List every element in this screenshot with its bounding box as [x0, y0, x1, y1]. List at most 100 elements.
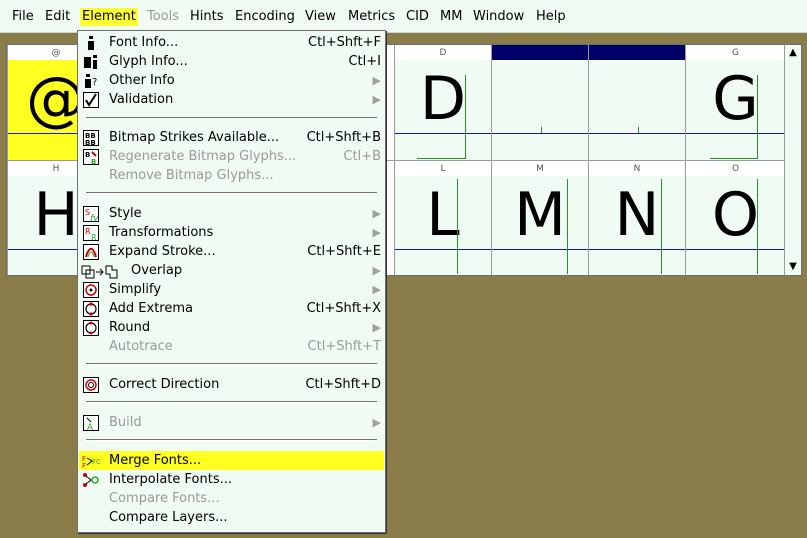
menu-element[interactable]: Element: [80, 8, 138, 26]
submenu-arrow-icon: ▶: [372, 226, 381, 239]
menu-metrics[interactable]: Metrics: [346, 8, 397, 26]
menu-item-style[interactable]: Sfy Style ▶: [79, 204, 384, 223]
add-extrema-icon: [82, 300, 100, 317]
glyph-info-icon: [82, 53, 100, 70]
glyph-cell-n[interactable]: N N: [588, 161, 685, 275]
interpolate-fonts-icon: [82, 471, 100, 488]
menu-view[interactable]: View: [303, 8, 338, 26]
menu-separator: [86, 192, 377, 194]
element-menu: Font Info... Ctl+Shft+F Glyph Info... Ct…: [77, 30, 386, 533]
menu-item-label: Compare Layers...: [109, 510, 228, 525]
svg-text:B: B: [85, 151, 90, 159]
menu-item-label: Expand Stroke...: [109, 244, 216, 259]
menu-mm[interactable]: MM: [438, 8, 464, 26]
svg-text:B: B: [91, 158, 96, 165]
menu-item-bitmap-strikes[interactable]: BB BB Bitmap Strikes Available... Ctl+Shf…: [79, 128, 384, 147]
menu-item-other-info[interactable]: ? Other Info ▶: [79, 71, 384, 90]
round-icon: [82, 319, 100, 336]
glyph-cell-l[interactable]: L L: [394, 161, 491, 275]
glyph-preview: D: [419, 64, 467, 134]
menu-edit[interactable]: Edit: [43, 8, 72, 26]
menu-item-autotrace[interactable]: Autotrace Ctl+Shft+T: [79, 337, 384, 356]
menu-item-label: Bitmap Strikes Available...: [109, 130, 280, 145]
menu-separator: [86, 363, 377, 365]
glyph-cell-body: [589, 60, 685, 160]
svg-text:F: F: [82, 462, 86, 469]
menu-help[interactable]: Help: [534, 8, 568, 26]
glyph-cell-f[interactable]: F: [588, 45, 685, 160]
vertical-scrollbar[interactable]: ▲ ▼: [784, 45, 801, 275]
baseline-line: [589, 133, 685, 134]
menu-item-simplify[interactable]: Simplify ▶: [79, 280, 384, 299]
glyph-cell-e[interactable]: E: [491, 45, 588, 160]
menu-item-compare-layers[interactable]: Compare Layers...: [79, 508, 384, 527]
menu-item-transformations[interactable]: RR Transformations ▶: [79, 223, 384, 242]
menu-item-glyph-info[interactable]: Glyph Info... Ctl+I: [79, 52, 384, 71]
menu-item-label: Interpolate Fonts...: [109, 472, 232, 487]
menu-item-label: Remove Bitmap Glyphs...: [109, 168, 274, 183]
menu-item-regenerate-bitmap[interactable]: BB Regenerate Bitmap Glyphs... Ctl+B: [79, 147, 384, 166]
baseline-line: [686, 249, 785, 250]
glyph-preview: O: [711, 180, 760, 250]
advance-width-line: [757, 75, 758, 158]
baseline-line: [686, 133, 785, 134]
menu-item-add-extrema[interactable]: Add Extrema Ctl+Shft+X: [79, 299, 384, 318]
menu-item-label: Other Info: [109, 73, 175, 88]
menu-item-round[interactable]: Round ▶: [79, 318, 384, 337]
menu-item-merge-fonts[interactable]: F F FG Merge Fonts...: [79, 451, 384, 470]
menu-item-validation[interactable]: Validation ▶: [79, 90, 384, 109]
style-icon: Sfy: [82, 205, 100, 222]
menu-item-interpolate-fonts[interactable]: Interpolate Fonts...: [79, 470, 384, 489]
menu-item-font-info[interactable]: Font Info... Ctl+Shft+F: [79, 33, 384, 52]
menu-item-build[interactable]: A Build ▶: [79, 413, 384, 432]
menu-item-overlap[interactable]: Overlap ▶: [79, 261, 384, 280]
menu-item-label: Overlap: [131, 263, 183, 278]
glyph-cell-o[interactable]: O O: [685, 161, 785, 275]
submenu-arrow-icon: ▶: [372, 416, 381, 429]
menu-hints[interactable]: Hints: [188, 8, 226, 26]
menu-cid[interactable]: CID: [404, 8, 431, 26]
scroll-down-arrow-icon[interactable]: ▼: [786, 261, 800, 273]
menu-file[interactable]: File: [10, 8, 36, 26]
menu-separator: [86, 117, 377, 119]
merge-fonts-icon: F F FG: [82, 452, 100, 469]
glyph-cell-d[interactable]: D D: [394, 45, 491, 160]
menu-window[interactable]: Window: [471, 8, 526, 26]
glyph-cell-header: D: [395, 45, 491, 61]
menu-item-expand-stroke[interactable]: Expand Stroke... Ctl+Shft+E: [79, 242, 384, 261]
glyph-cell-g[interactable]: G G: [685, 45, 785, 160]
glyph-cell-header: L: [395, 161, 491, 177]
menu-item-label: Correct Direction: [109, 377, 220, 392]
menu-bar: File Edit Element Tools Hints Encoding V…: [0, 0, 807, 33]
baseline-line: [589, 249, 685, 250]
svg-text:A: A: [87, 423, 94, 431]
other-info-icon: ?: [82, 72, 100, 89]
menu-item-accel: Ctl+Shft+D: [305, 377, 381, 392]
menu-item-accel: Ctl+B: [343, 149, 381, 164]
scroll-up-arrow-icon[interactable]: ▲: [786, 47, 800, 59]
menu-item-compare-fonts[interactable]: Compare Fonts...: [79, 489, 384, 508]
advance-mark: [638, 127, 639, 133]
submenu-arrow-icon: ▶: [372, 264, 381, 277]
menu-item-label: Style: [109, 206, 142, 221]
advance-width-line: [457, 179, 458, 274]
menu-item-accel: Ctl+Shft+B: [306, 130, 381, 145]
info-icon: [82, 34, 100, 51]
build-icon: A: [82, 414, 100, 431]
menu-encoding[interactable]: Encoding: [233, 8, 297, 26]
menu-tools[interactable]: Tools: [145, 8, 181, 26]
svg-text:?: ?: [92, 77, 97, 88]
glyph-cell-header: O: [686, 161, 785, 177]
menu-separator: [86, 401, 377, 403]
menu-item-correct-direction[interactable]: Correct Direction Ctl+Shft+D: [79, 375, 384, 394]
menu-item-label: Compare Fonts...: [109, 491, 220, 506]
advance-width-line: [465, 75, 466, 158]
correct-direction-icon: [82, 376, 100, 393]
simplify-icon: [82, 281, 100, 298]
menu-item-accel: Ctl+Shft+F: [308, 35, 381, 50]
glyph-cell-m[interactable]: M M: [491, 161, 588, 275]
menu-item-label: Regenerate Bitmap Glyphs...: [109, 149, 297, 164]
menu-item-remove-bitmap[interactable]: Remove Bitmap Glyphs...: [79, 166, 384, 185]
submenu-arrow-icon: ▶: [372, 283, 381, 296]
overlap-icon: [81, 262, 121, 279]
